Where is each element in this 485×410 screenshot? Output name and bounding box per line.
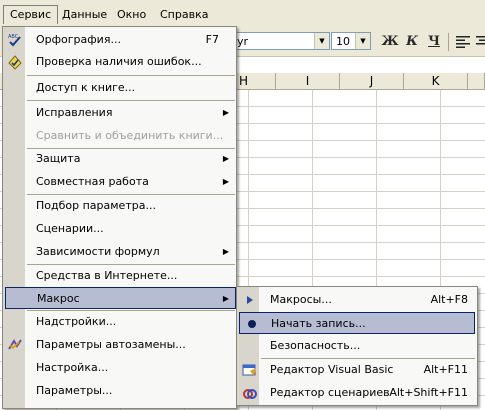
submenu-arrow-icon: ▶	[222, 108, 229, 117]
menu-item-customize[interactable]: Настройка...	[4, 357, 235, 379]
submenu-item-security[interactable]: Безопасность...	[238, 335, 476, 357]
menu-item-label: Сравнить и объединить книги...	[36, 129, 224, 142]
macro-submenu: Макросы... Alt+F8 Начать запись... Безоп…	[236, 286, 478, 406]
font-name-combo[interactable]: yr ▼	[232, 32, 330, 50]
column-header-k[interactable]: K	[404, 73, 468, 90]
menu-bar: Сервис Данные Окно Справка	[0, 0, 485, 29]
menu-item-autocorrect[interactable]: Параметры автозамены...	[4, 334, 235, 356]
menu-item-spelling[interactable]: ABC Орфография... F7	[4, 29, 235, 51]
chevron-down-icon[interactable]: ▼	[355, 33, 370, 49]
menu-item-goal-seek[interactable]: Подбор параметра...	[4, 195, 235, 217]
align-center-icon[interactable]	[473, 32, 485, 52]
font-name-value: yr	[237, 35, 249, 48]
menu-item-label: Зависимости формул	[36, 245, 160, 258]
submenu-arrow-icon: ▶	[222, 177, 229, 186]
menu-item-label: Исправления	[36, 106, 113, 119]
menubar-item-data[interactable]: Данные	[56, 6, 113, 24]
menu-item-online-tools[interactable]: Средства в Интернете...	[4, 265, 235, 287]
menubar-item-window-label: Окно	[117, 8, 147, 21]
error-check-icon	[7, 54, 23, 70]
menu-separator	[27, 100, 235, 101]
submenu-arrow-icon: ▶	[222, 294, 229, 303]
underline-button[interactable]: Ч	[424, 32, 444, 52]
column-header-next[interactable]	[468, 73, 485, 90]
menu-item-addins[interactable]: Надстройки...	[4, 311, 235, 333]
menu-item-macro[interactable]: Макрос ▶	[5, 287, 236, 309]
menubar-item-service-label: Сервис	[10, 8, 52, 21]
italic-button[interactable]: К	[402, 32, 422, 52]
menu-item-share-workbook[interactable]: Доступ к книге...	[4, 77, 235, 99]
font-size-value: 10	[336, 35, 350, 48]
menu-item-error-check[interactable]: Проверка наличия ошибок...	[4, 51, 235, 73]
submenu-item-label: Безопасность...	[270, 339, 361, 352]
menu-item-scenarios[interactable]: Сценарии...	[4, 218, 235, 240]
menu-item-label: Защита	[36, 152, 81, 165]
bold-button[interactable]: Ж	[380, 32, 400, 52]
menu-item-collaboration[interactable]: Совместная работа ▶	[4, 171, 235, 193]
menu-item-protection[interactable]: Защита ▶	[4, 148, 235, 170]
menu-item-label: Подбор параметра...	[36, 199, 156, 212]
play-icon	[242, 292, 258, 308]
menu-item-label: Сценарии...	[36, 222, 104, 235]
align-left-icon[interactable]	[453, 32, 473, 52]
script-editor-icon	[242, 385, 258, 401]
menu-item-label: Совместная работа	[36, 175, 149, 188]
menu-item-shortcut: F7	[205, 33, 219, 46]
submenu-item-macros[interactable]: Макросы... Alt+F8	[238, 289, 476, 311]
menu-item-label: Доступ к книге...	[36, 81, 136, 94]
menubar-item-window[interactable]: Окно	[111, 6, 152, 24]
submenu-item-script-editor[interactable]: Редактор сценариев Alt+Shift+F11	[238, 382, 476, 404]
submenu-arrow-icon: ▶	[222, 154, 229, 163]
menu-item-label: Проверка наличия ошибок...	[36, 55, 202, 68]
submenu-item-shortcut: Alt+F11	[423, 363, 468, 376]
column-header-j[interactable]: J	[340, 73, 404, 90]
submenu-item-label: Редактор сценариев	[270, 386, 390, 399]
submenu-item-record[interactable]: Начать запись...	[239, 312, 475, 334]
menu-item-options[interactable]: Параметры...	[4, 380, 235, 402]
font-size-combo[interactable]: 10 ▼	[331, 32, 371, 50]
menu-item-label: Параметры...	[36, 384, 113, 397]
menu-item-label: Средства в Интернете...	[36, 269, 178, 282]
menubar-item-data-label: Данные	[62, 8, 108, 21]
service-menu: ABC Орфография... F7 Проверка наличия ош…	[2, 26, 237, 409]
vb-editor-icon	[242, 362, 258, 378]
menubar-item-help[interactable]: Справка	[154, 6, 214, 24]
submenu-item-label: Макросы...	[270, 293, 332, 306]
menu-item-label: Надстройки...	[36, 315, 117, 328]
submenu-item-vb-editor[interactable]: Редактор Visual Basic Alt+F11	[238, 359, 476, 381]
menu-item-label: Настройка...	[36, 361, 109, 374]
submenu-arrow-icon: ▶	[222, 247, 229, 256]
submenu-item-shortcut: Alt+Shift+F11	[389, 386, 468, 399]
menubar-item-help-label: Справка	[160, 8, 209, 21]
autocorrect-icon	[7, 337, 23, 353]
submenu-item-label: Начать запись...	[271, 317, 366, 330]
menu-item-compare-merge: Сравнить и объединить книги...	[4, 125, 235, 147]
menubar-item-service[interactable]: Сервис	[3, 5, 59, 24]
menu-item-label: Орфография...	[36, 33, 121, 46]
submenu-item-label: Редактор Visual Basic	[270, 363, 394, 376]
menu-item-formula-auditing[interactable]: Зависимости формул ▶	[4, 241, 235, 263]
menu-item-label: Макрос	[37, 292, 80, 305]
menu-separator	[27, 75, 235, 76]
spellcheck-icon: ABC	[7, 32, 23, 48]
menu-item-track-changes[interactable]: Исправления ▶	[4, 102, 235, 124]
toolbar-separator	[448, 33, 449, 51]
record-icon	[244, 316, 260, 332]
submenu-item-shortcut: Alt+F8	[430, 293, 468, 306]
menu-item-label: Параметры автозамены...	[36, 338, 186, 351]
chevron-down-icon[interactable]: ▼	[314, 33, 329, 49]
column-header-i[interactable]: I	[276, 73, 340, 90]
